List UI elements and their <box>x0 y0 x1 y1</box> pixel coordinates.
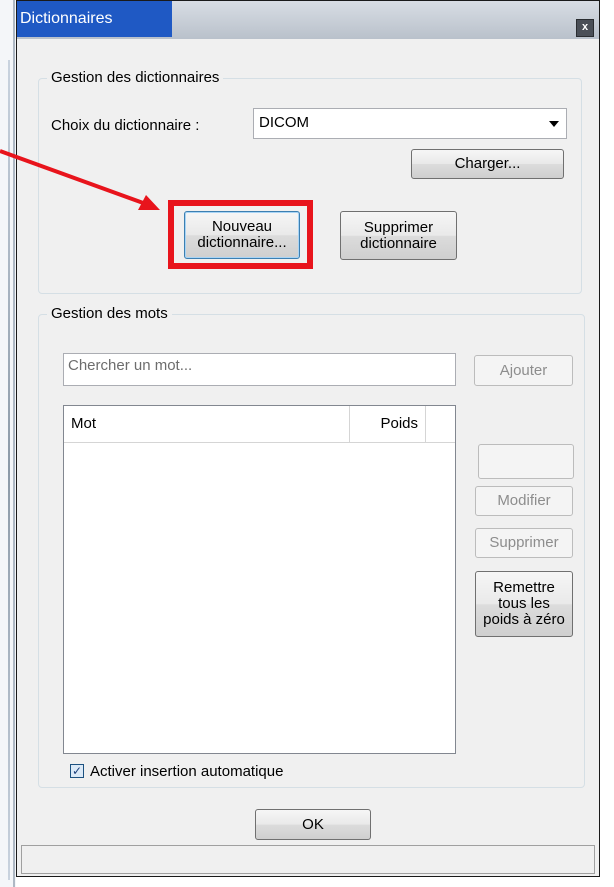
highlight-box <box>168 200 313 269</box>
column-header-poids[interactable]: Poids <box>350 406 426 442</box>
close-icon[interactable]: x <box>576 19 594 37</box>
auto-insert-checkbox[interactable]: ✓ <box>70 764 84 778</box>
dictionary-select[interactable]: DICOM <box>253 108 567 139</box>
delete-dictionary-label-2: dictionnaire <box>360 234 437 252</box>
reset-label-3: poids à zéro <box>483 611 565 628</box>
dictionary-choice-label: Choix du dictionnaire : <box>51 117 200 134</box>
reset-label-2: tous les <box>498 595 550 612</box>
background-window-edge <box>0 0 16 887</box>
load-button[interactable]: Charger... <box>411 149 564 179</box>
annotation-arrow-icon <box>0 149 160 210</box>
title-bar[interactable]: Dictionnaires x <box>17 1 599 39</box>
ok-button[interactable]: OK <box>255 809 371 840</box>
word-value-button[interactable] <box>478 444 574 479</box>
delete-word-button[interactable]: Supprimer <box>475 528 573 558</box>
auto-insert-label: Activer insertion automatique <box>90 763 284 780</box>
reset-weights-button[interactable]: Remettre tous les poids à zéro <box>475 571 573 637</box>
word-search-input[interactable]: Chercher un mot... <box>63 353 456 386</box>
words-list-header: Mot Poids <box>64 406 455 443</box>
words-group-legend: Gestion des mots <box>47 305 172 322</box>
delete-dictionary-label-1: Supprimer <box>363 218 434 236</box>
words-list[interactable]: Mot Poids <box>63 405 456 754</box>
window-title: Dictionnaires <box>17 1 172 37</box>
chevron-down-icon <box>549 121 559 127</box>
add-word-button[interactable]: Ajouter <box>474 355 573 386</box>
column-header-mot[interactable]: Mot <box>64 406 350 442</box>
delete-dictionary-button[interactable]: Supprimer dictionnaire <box>340 211 457 260</box>
dictionaries-dialog: Dictionnaires x Gestion des dictionnaire… <box>16 0 600 877</box>
edit-word-button[interactable]: Modifier <box>475 486 573 516</box>
dictionaries-group-legend: Gestion des dictionnaires <box>47 69 224 86</box>
edge-border <box>13 0 15 887</box>
reset-label-1: Remettre <box>493 579 555 596</box>
dictionary-select-value: DICOM <box>259 114 309 131</box>
status-bar <box>21 845 595 874</box>
